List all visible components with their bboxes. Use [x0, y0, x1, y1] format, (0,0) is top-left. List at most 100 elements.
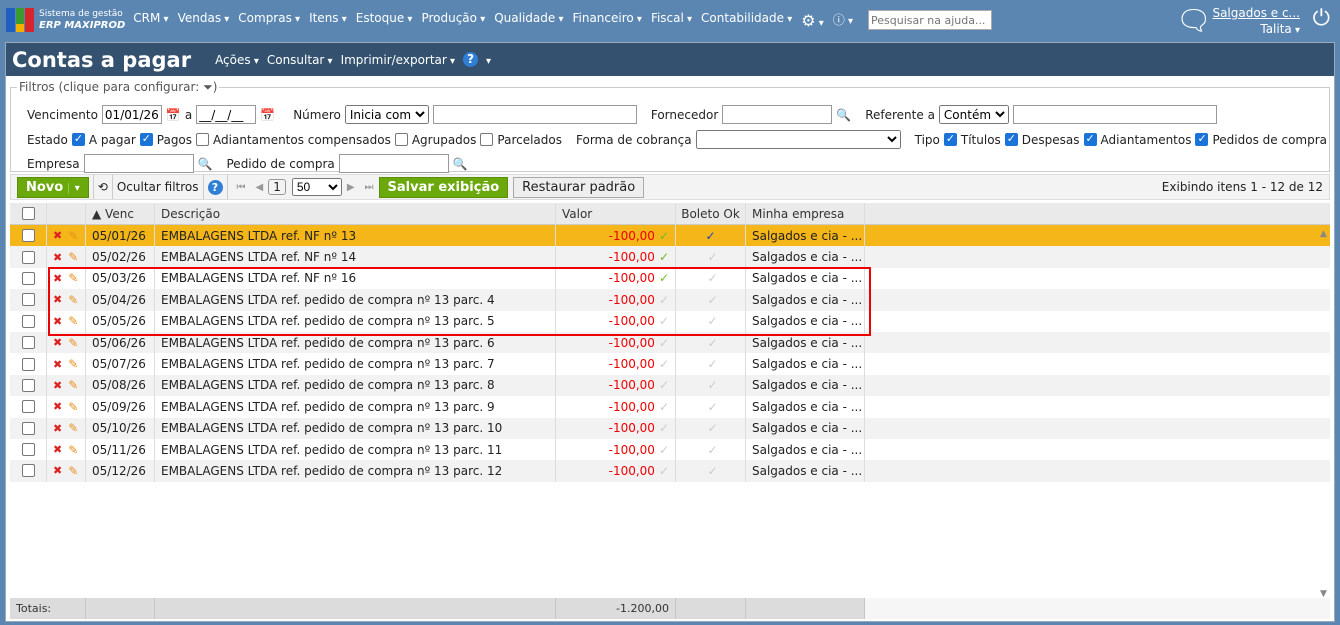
- funnel-icon[interactable]: ⏷: [203, 80, 213, 94]
- referente-input[interactable]: [1012, 105, 1217, 124]
- row-checkbox[interactable]: [21, 421, 35, 435]
- search-icon[interactable]: 🔍: [836, 108, 851, 122]
- table-row[interactable]: ✖ ✎ 05/10/26 EMBALAGENS LTDA ref. pedido …: [10, 417, 1330, 439]
- pedido-input[interactable]: [338, 154, 449, 173]
- delete-icon[interactable]: ✖: [53, 443, 62, 456]
- row-checkbox[interactable]: [21, 250, 35, 264]
- tipo-titulos-checkbox[interactable]: [943, 132, 957, 146]
- edit-pencil-icon[interactable]: ✎: [68, 464, 78, 478]
- venc-from-input[interactable]: [101, 105, 162, 124]
- tipo-adiantamentos-checkbox[interactable]: [1083, 132, 1097, 146]
- edit-pencil-icon[interactable]: ✎: [68, 357, 78, 371]
- delete-icon[interactable]: ✖: [53, 229, 62, 242]
- search-icon[interactable]: 🔍: [453, 157, 468, 171]
- table-row[interactable]: ✖ ✎ 05/12/26 EMBALAGENS LTDA ref. pedido …: [10, 460, 1330, 482]
- col-valor[interactable]: Valor: [556, 203, 676, 224]
- menu-fiscal[interactable]: Fiscal: [651, 11, 692, 30]
- estado-pagos-checkbox[interactable]: [139, 132, 153, 146]
- row-checkbox[interactable]: [21, 400, 35, 414]
- delete-icon[interactable]: ✖: [53, 400, 62, 413]
- delete-icon[interactable]: ✖: [53, 272, 62, 285]
- edit-pencil-icon[interactable]: ✎: [68, 250, 78, 264]
- delete-icon[interactable]: ✖: [53, 315, 62, 328]
- prev-page-icon[interactable]: ◀: [256, 182, 264, 193]
- edit-pencil-icon[interactable]: ✎: [68, 314, 78, 328]
- row-checkbox[interactable]: [21, 464, 35, 478]
- menu-financeiro[interactable]: Financeiro: [572, 11, 641, 30]
- edit-pencil-icon[interactable]: ✎: [68, 293, 78, 307]
- help-dropdown[interactable]: [486, 53, 491, 67]
- vertical-scrollbar[interactable]: ▲ ▼: [1317, 229, 1330, 599]
- delete-icon[interactable]: ✖: [53, 464, 62, 477]
- cobranca-select[interactable]: [695, 130, 901, 149]
- settings-gear-icon[interactable]: ⚙: [801, 11, 824, 30]
- table-row[interactable]: ✖ ✎ 05/08/26 EMBALAGENS LTDA ref. pedido …: [10, 374, 1330, 397]
- estado-adiantamentos-checkbox[interactable]: [196, 133, 210, 146]
- help-icon[interactable]: ?: [207, 179, 223, 195]
- col-minha-empresa[interactable]: Minha empresa: [746, 203, 865, 224]
- app-logo[interactable]: Sistema de gestão ERP MAXIPROD: [6, 8, 125, 32]
- help-icon[interactable]: ?: [463, 52, 479, 67]
- tipo-pedidos-checkbox[interactable]: [1195, 132, 1209, 146]
- delete-icon[interactable]: ✖: [53, 251, 62, 264]
- tipo-despesas-checkbox[interactable]: [1004, 132, 1018, 146]
- row-checkbox[interactable]: [21, 443, 35, 457]
- row-checkbox[interactable]: [21, 357, 35, 371]
- delete-icon[interactable]: ✖: [53, 293, 62, 306]
- menu-itens[interactable]: Itens: [309, 11, 347, 30]
- table-row[interactable]: ✖ ✎ 05/03/26 EMBALAGENS LTDA ref. NF nº 1…: [10, 267, 1330, 290]
- table-row[interactable]: ✖ ✎ 05/11/26 EMBALAGENS LTDA ref. pedido …: [10, 438, 1330, 461]
- col-boleto-ok[interactable]: Boleto Ok: [676, 203, 746, 224]
- empresa-input[interactable]: [83, 154, 194, 173]
- edit-pencil-icon[interactable]: ✎: [68, 336, 78, 350]
- user-menu[interactable]: Talita: [1260, 22, 1300, 36]
- fornecedor-input[interactable]: [722, 105, 833, 124]
- row-checkbox[interactable]: [21, 229, 35, 243]
- venc-to-input[interactable]: [196, 105, 257, 124]
- consultar-menu[interactable]: Consultar: [267, 53, 333, 67]
- calendar-icon[interactable]: 📅: [260, 108, 275, 122]
- row-checkbox[interactable]: [21, 336, 35, 350]
- delete-icon[interactable]: ✖: [53, 336, 62, 349]
- salvar-exibicao-button[interactable]: Salvar exibição: [378, 176, 509, 198]
- delete-icon[interactable]: ✖: [53, 422, 62, 435]
- ocultar-filtros-button[interactable]: Ocultar filtros: [117, 180, 199, 194]
- edit-pencil-icon[interactable]: ✎: [68, 271, 78, 285]
- row-checkbox[interactable]: [21, 314, 35, 328]
- power-icon[interactable]: ⏻: [1313, 6, 1330, 31]
- refresh-icon[interactable]: ⟲: [98, 180, 108, 194]
- estado-agrupados-checkbox[interactable]: [394, 133, 408, 146]
- table-row[interactable]: ✖ ✎ 05/01/26 EMBALAGENS LTDA ref. NF nº 1…: [10, 225, 1330, 247]
- chat-bubble-icon[interactable]: 🗨: [1176, 4, 1212, 37]
- table-row[interactable]: ✖ ✎ 05/02/26 EMBALAGENS LTDA ref. NF nº 1…: [10, 246, 1330, 268]
- calendar-icon[interactable]: 📅: [166, 108, 181, 122]
- help-search-input[interactable]: [868, 10, 992, 30]
- imprimir-exportar-menu[interactable]: Imprimir/exportar: [341, 53, 455, 67]
- acoes-menu[interactable]: Ações: [215, 53, 259, 67]
- col-descricao[interactable]: Descrição: [155, 203, 556, 224]
- first-page-icon[interactable]: ⏮: [237, 182, 246, 193]
- edit-pencil-icon[interactable]: ✎: [68, 229, 78, 243]
- filters-legend[interactable]: Filtros (clique para configurar: ⏷): [17, 80, 219, 95]
- page-number[interactable]: 1: [268, 179, 286, 195]
- row-checkbox[interactable]: [21, 293, 35, 307]
- table-row[interactable]: ✖ ✎ 05/06/26 EMBALAGENS LTDA ref. pedido …: [10, 331, 1330, 354]
- select-all-checkbox[interactable]: [21, 207, 35, 220]
- edit-pencil-icon[interactable]: ✎: [68, 378, 78, 392]
- per-page-select[interactable]: 50: [291, 178, 342, 196]
- row-checkbox[interactable]: [21, 271, 35, 285]
- numero-op-select[interactable]: Inicia com: [344, 105, 429, 124]
- estado-a-pagar-checkbox[interactable]: [71, 132, 85, 146]
- referente-op-select[interactable]: Contém: [938, 105, 1009, 124]
- edit-pencil-icon[interactable]: ✎: [68, 421, 78, 435]
- delete-icon[interactable]: ✖: [53, 358, 62, 371]
- menu-vendas[interactable]: Vendas: [178, 11, 230, 30]
- col-venc[interactable]: ▲ Venc: [86, 203, 155, 224]
- next-page-icon[interactable]: ▶: [347, 182, 355, 193]
- search-icon[interactable]: 🔍: [198, 157, 213, 171]
- help-circle-icon[interactable]: ⓘ: [833, 11, 853, 30]
- menu-estoque[interactable]: Estoque: [356, 11, 413, 30]
- numero-input[interactable]: [432, 105, 637, 124]
- edit-pencil-icon[interactable]: ✎: [68, 443, 78, 457]
- menu-crm[interactable]: CRM: [133, 11, 168, 30]
